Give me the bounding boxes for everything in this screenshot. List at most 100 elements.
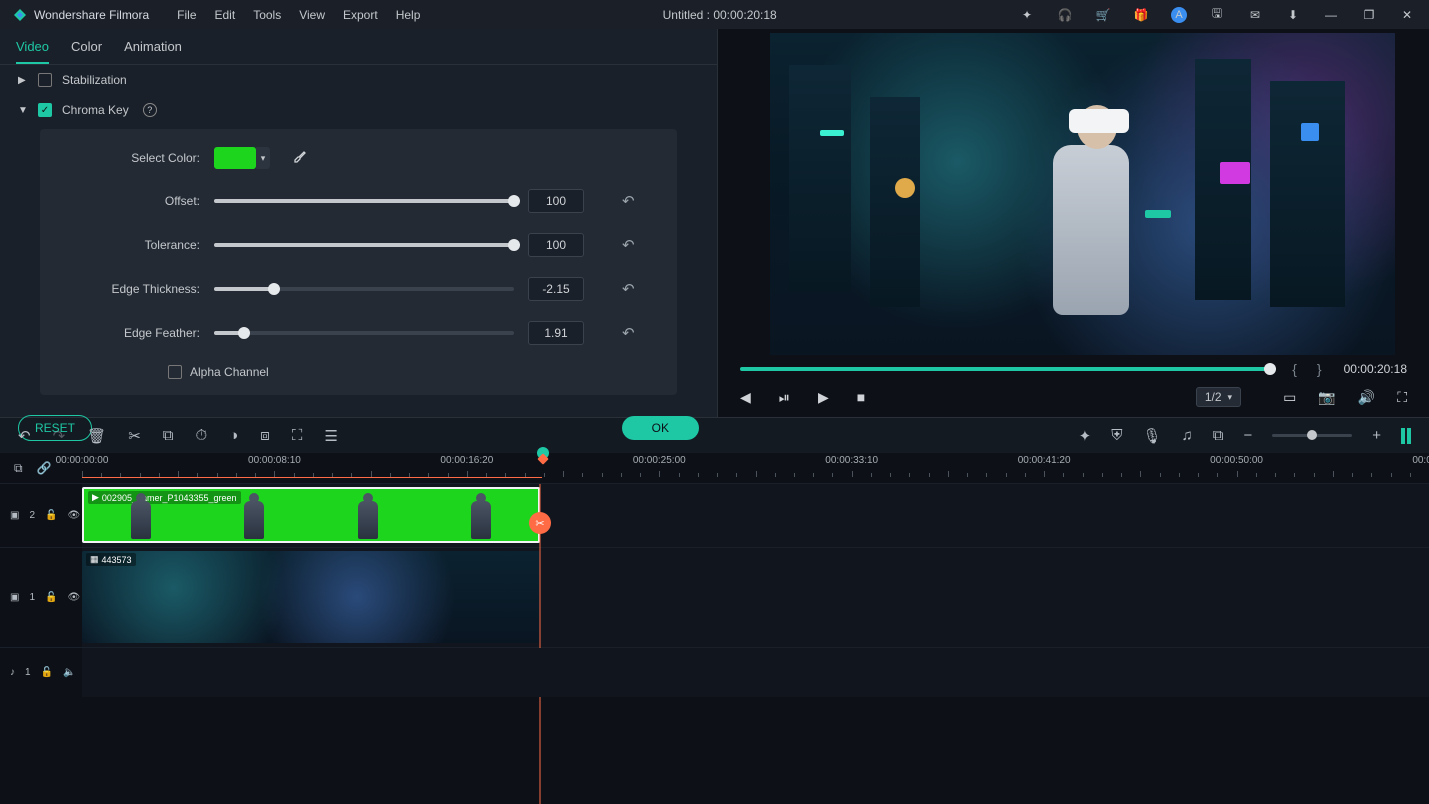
playhead[interactable] xyxy=(537,447,549,459)
document-title: Untitled : 00:00:20:18 xyxy=(420,8,1019,22)
record-icon[interactable]: 🎙 xyxy=(1142,427,1161,445)
clip-background[interactable]: ▦443573 xyxy=(82,551,540,643)
freeze-icon[interactable]: ⧈ xyxy=(260,427,270,444)
feather-reset-icon[interactable]: ↶ xyxy=(622,324,635,342)
tips-icon[interactable]: ✦ xyxy=(1019,7,1035,23)
mail-icon[interactable]: ✉ xyxy=(1247,7,1263,23)
chroma-key-panel: Select Color: ▾ Offset: 100 ↶ Tolerance: xyxy=(40,129,677,395)
track-a1-speaker-icon[interactable]: 🔈 xyxy=(63,667,75,678)
preview-viewport[interactable] xyxy=(770,33,1395,355)
feather-label: Edge Feather: xyxy=(64,326,214,340)
offset-value[interactable]: 100 xyxy=(528,189,584,213)
stabilization-checkbox[interactable] xyxy=(38,73,52,87)
fit-icon[interactable]: ⛶ xyxy=(292,427,303,444)
tolerance-value[interactable]: 100 xyxy=(528,233,584,257)
menu-view[interactable]: View xyxy=(299,8,325,22)
color-dropdown[interactable]: ▾ xyxy=(256,147,270,169)
offset-reset-icon[interactable]: ↶ xyxy=(622,192,635,210)
thickness-value[interactable]: -2.15 xyxy=(528,277,584,301)
zoom-fit-icon[interactable] xyxy=(1401,428,1411,444)
adjust-icon[interactable]: ☰ xyxy=(324,427,337,445)
tab-video[interactable]: Video xyxy=(16,39,49,64)
save-icon[interactable]: 🖫 xyxy=(1209,7,1225,23)
crop-icon[interactable]: ⧉ xyxy=(163,427,174,444)
track-a1-lock-icon[interactable]: 🔓 xyxy=(41,667,53,678)
gift-icon[interactable]: 🎁 xyxy=(1133,7,1149,23)
cart-icon[interactable]: 🛒 xyxy=(1095,7,1111,23)
timeline-ruler[interactable]: 00:00:00:0000:00:08:1000:00:16:2000:00:2… xyxy=(82,453,1429,483)
stop-icon[interactable]: ■ xyxy=(857,389,865,405)
display-icon[interactable]: ▭ xyxy=(1283,389,1296,406)
mark-in-icon[interactable]: { xyxy=(1288,361,1301,377)
volume-icon[interactable]: 🔊 xyxy=(1358,389,1375,406)
render-icon[interactable]: ✦ xyxy=(1079,427,1092,445)
quality-dropdown[interactable]: 1/2▾ xyxy=(1196,387,1241,407)
delete-icon[interactable]: 🗑 xyxy=(87,427,106,445)
tolerance-label: Tolerance: xyxy=(64,238,214,252)
scissors-icon[interactable]: ✂ xyxy=(529,512,551,534)
property-tabs: Video Color Animation xyxy=(0,29,717,65)
split-icon[interactable]: ✂ xyxy=(128,427,141,445)
audio-mixer-icon[interactable]: ♫ xyxy=(1182,427,1193,444)
download-icon[interactable]: ⬇ xyxy=(1285,7,1301,23)
chroma-checkbox[interactable] xyxy=(38,103,52,117)
timeline-copy-icon[interactable]: ⧉ xyxy=(14,461,23,476)
tolerance-reset-icon[interactable]: ↶ xyxy=(622,236,635,254)
speed-icon[interactable]: ⏱ xyxy=(196,427,208,444)
marker-icon[interactable]: ⛨ xyxy=(1111,427,1122,444)
color-swatch[interactable] xyxy=(214,147,256,169)
feather-slider[interactable] xyxy=(214,331,514,335)
account-icon[interactable]: A xyxy=(1171,7,1187,23)
thickness-label: Edge Thickness: xyxy=(64,282,214,296)
menu-edit[interactable]: Edit xyxy=(215,8,236,22)
play-icon[interactable]: ▶ xyxy=(818,389,829,406)
tab-color[interactable]: Color xyxy=(71,39,102,64)
tab-animation[interactable]: Animation xyxy=(124,39,182,64)
track-v2-eye-icon[interactable]: 👁 xyxy=(67,510,80,521)
tolerance-slider[interactable] xyxy=(214,243,514,247)
thickness-reset-icon[interactable]: ↶ xyxy=(622,280,635,298)
zoom-in-icon[interactable]: + xyxy=(1372,427,1381,444)
track-v1-icon: ▣ xyxy=(10,592,19,603)
preview-scrubber[interactable] xyxy=(740,367,1276,371)
menu-help[interactable]: Help xyxy=(396,8,421,22)
feather-value[interactable]: 1.91 xyxy=(528,321,584,345)
zoom-out-icon[interactable]: − xyxy=(1243,427,1252,444)
play-pause-icon[interactable]: ⏯ xyxy=(779,389,790,406)
color-icon[interactable]: ◑ xyxy=(229,427,238,444)
eyedropper-icon[interactable] xyxy=(292,150,308,166)
track-v2-lock-icon[interactable]: 🔓 xyxy=(45,510,57,521)
track-v1-eye-icon[interactable]: 👁 xyxy=(67,592,80,603)
undo-icon[interactable]: ↶ xyxy=(18,427,31,445)
clip-greenscreen[interactable]: ▶002905_gamer_P1043355_green xyxy=(82,487,540,543)
collapse-icon[interactable]: ▼ xyxy=(18,105,28,116)
fullscreen-icon[interactable]: ⛶ xyxy=(1397,389,1407,406)
support-icon[interactable]: 🎧 xyxy=(1057,7,1073,23)
alpha-label: Alpha Channel xyxy=(190,365,269,379)
alpha-checkbox[interactable] xyxy=(168,365,182,379)
chroma-section-header[interactable]: ▼ Chroma Key ? xyxy=(0,95,717,125)
chroma-label: Chroma Key xyxy=(62,103,129,117)
prev-frame-icon[interactable]: ◀ xyxy=(740,389,751,406)
expand-icon[interactable]: ▶ xyxy=(18,75,28,86)
track-v1-lock-icon[interactable]: 🔓 xyxy=(45,592,57,603)
menu-file[interactable]: File xyxy=(177,8,196,22)
timeline-link-icon[interactable]: 🔗 xyxy=(37,461,52,476)
minimize-icon[interactable]: — xyxy=(1323,7,1339,23)
preview-timecode: 00:00:20:18 xyxy=(1344,362,1407,376)
menu-export[interactable]: Export xyxy=(343,8,378,22)
zoom-slider[interactable] xyxy=(1272,434,1352,437)
menu-tools[interactable]: Tools xyxy=(253,8,281,22)
mark-out-icon[interactable]: } xyxy=(1313,361,1326,377)
thickness-slider[interactable] xyxy=(214,287,514,291)
help-icon[interactable]: ? xyxy=(143,103,157,117)
redo-icon[interactable]: ↷ xyxy=(53,427,66,445)
ok-button[interactable]: OK xyxy=(622,416,699,440)
snapshot-icon[interactable]: 📷 xyxy=(1318,389,1335,406)
ruler-label: 00:00:08:10 xyxy=(248,455,301,466)
close-icon[interactable]: ✕ xyxy=(1399,7,1415,23)
caption-icon[interactable]: ⧉ xyxy=(1213,427,1224,444)
offset-slider[interactable] xyxy=(214,199,514,203)
maximize-icon[interactable]: ❐ xyxy=(1361,7,1377,23)
stabilization-section[interactable]: ▶ Stabilization xyxy=(0,65,717,95)
